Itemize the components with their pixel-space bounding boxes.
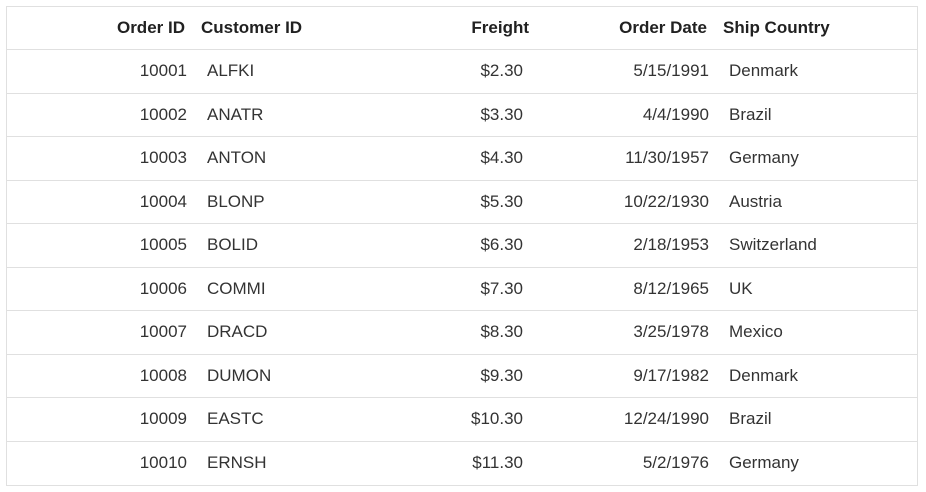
freight-cell: $10.30 — [471, 409, 523, 429]
order-date-cell: 11/30/1957 — [625, 148, 709, 168]
column-header-freight[interactable]: Freight — [363, 18, 529, 38]
freight-cell: $2.30 — [480, 61, 523, 81]
customer-id-cell: DUMON — [207, 365, 272, 385]
data-grid: Order ID Customer ID Freight Order Date … — [6, 6, 918, 486]
ship-country-cell: Austria — [729, 191, 782, 211]
freight-cell: $5.30 — [480, 191, 523, 211]
ship-country-cell: UK — [729, 278, 753, 298]
customer-id-cell: ANTON — [207, 148, 267, 168]
freight-cell: $11.30 — [472, 453, 523, 473]
ship-country-cell: Denmark — [729, 61, 798, 81]
table-row[interactable]: 10001 ALFKI $2.30 5/15/1991 Denmark — [7, 50, 917, 94]
table-row[interactable]: 10004 BLONP $5.30 10/22/1930 Austria — [7, 181, 917, 224]
order-date-cell: 9/17/1982 — [633, 365, 709, 385]
order-id-cell: 10002 — [139, 104, 187, 124]
order-id-cell: 10005 — [139, 235, 187, 255]
freight-cell: $8.30 — [480, 322, 523, 342]
freight-cell: $4.30 — [480, 148, 523, 168]
order-id-cell: 10006 — [139, 278, 187, 298]
freight-cell: $9.30 — [480, 365, 523, 385]
column-header-ship-country[interactable]: Ship Country — [715, 18, 917, 38]
order-date-cell: 10/22/1930 — [623, 191, 709, 211]
table-row[interactable]: 10010 ERNSH $11.30 5/2/1976 Germany — [7, 442, 917, 486]
order-id-cell: 10003 — [139, 148, 187, 168]
ship-country-cell: Switzerland — [729, 235, 817, 255]
order-id-cell: 10008 — [139, 365, 187, 385]
order-date-cell: 3/25/1978 — [633, 322, 709, 342]
order-id-cell: 10010 — [139, 453, 187, 473]
order-date-cell: 2/18/1953 — [633, 235, 709, 255]
order-date-cell: 5/2/1976 — [642, 453, 709, 473]
ship-country-cell: Brazil — [729, 409, 772, 429]
customer-id-cell: COMMI — [207, 278, 266, 298]
order-id-cell: 10007 — [139, 322, 187, 342]
table-row[interactable]: 10008 DUMON $9.30 9/17/1982 Denmark — [7, 355, 917, 398]
table-row[interactable]: 10007 DRACD $8.30 3/25/1978 Mexico — [7, 311, 917, 355]
order-date-cell: 4/4/1990 — [642, 104, 709, 124]
header-row: Order ID Customer ID Freight Order Date … — [7, 7, 917, 50]
customer-id-cell: ALFKI — [207, 61, 255, 81]
order-date-cell: 12/24/1990 — [623, 409, 709, 429]
ship-country-cell: Mexico — [729, 322, 783, 342]
order-id-cell: 10004 — [139, 191, 187, 211]
customer-id-cell: ANATR — [207, 104, 264, 124]
ship-country-cell: Germany — [729, 148, 799, 168]
customer-id-cell: EASTC — [207, 409, 264, 429]
freight-cell: $3.30 — [480, 104, 523, 124]
freight-cell: $7.30 — [480, 278, 523, 298]
table-row[interactable]: 10009 EASTC $10.30 12/24/1990 Brazil — [7, 398, 917, 442]
table-row[interactable]: 10002 ANATR $3.30 4/4/1990 Brazil — [7, 94, 917, 137]
order-date-cell: 5/15/1991 — [633, 61, 709, 81]
customer-id-cell: DRACD — [207, 322, 268, 342]
column-header-order-id[interactable]: Order ID — [7, 18, 193, 38]
ship-country-cell: Brazil — [729, 104, 772, 124]
freight-cell: $6.30 — [480, 235, 523, 255]
order-id-cell: 10001 — [139, 61, 187, 81]
order-id-cell: 10009 — [139, 409, 187, 429]
ship-country-cell: Germany — [729, 453, 799, 473]
customer-id-cell: BOLID — [207, 235, 259, 255]
column-header-order-date[interactable]: Order Date — [529, 18, 715, 38]
table-row[interactable]: 10003 ANTON $4.30 11/30/1957 Germany — [7, 137, 917, 181]
customer-id-cell: BLONP — [207, 191, 265, 211]
column-header-customer-id[interactable]: Customer ID — [193, 18, 363, 38]
order-date-cell: 8/12/1965 — [633, 278, 709, 298]
table-row[interactable]: 10005 BOLID $6.30 2/18/1953 Switzerland — [7, 224, 917, 268]
ship-country-cell: Denmark — [729, 365, 798, 385]
table-row[interactable]: 10006 COMMI $7.30 8/12/1965 UK — [7, 268, 917, 311]
customer-id-cell: ERNSH — [207, 453, 267, 473]
